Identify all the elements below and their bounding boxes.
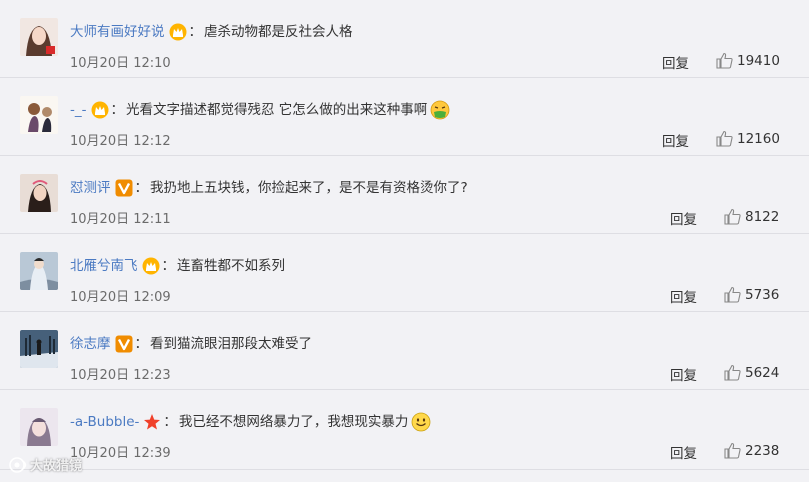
colon: ：: [163, 414, 177, 430]
reply-button[interactable]: 回复: [662, 52, 689, 72]
thumbs-up-icon: [716, 52, 733, 69]
avatar[interactable]: [20, 96, 58, 134]
comment-line: 徐志摩 ： 看到猫流眼泪那段太难受了: [70, 333, 312, 355]
like-count: 5624: [745, 364, 780, 381]
like-button[interactable]: 8122: [724, 208, 779, 225]
comment-time: 10月20日 12:11: [70, 212, 171, 227]
star-badge-icon: [144, 414, 161, 430]
reply-button[interactable]: 回复: [670, 208, 697, 228]
crown-badge-icon: [91, 101, 108, 119]
comment-time: 10月20日 12:39: [70, 446, 171, 461]
colon: ：: [110, 102, 125, 118]
thumbs-up-icon: [724, 364, 741, 381]
verified-v-badge-icon: [115, 335, 132, 353]
avatar[interactable]: [20, 330, 58, 368]
comment-time: 10月20日 12:12: [70, 134, 171, 149]
vomit-emoji-icon: [430, 100, 450, 120]
username-link[interactable]: 大师有画好好说: [70, 21, 165, 43]
like-button[interactable]: 5736: [724, 286, 779, 303]
comment-list: 大师有画好好说 ： 虐杀动物都是反社会人格 10月20日 12:10 回复 19…: [0, 0, 809, 470]
comment-line: 怼测评 ： 我扔地上五块钱，你捡起来了，是不是有资格烫你了?: [70, 177, 468, 199]
like-count: 5736: [745, 286, 780, 303]
thumbs-up-icon: [724, 442, 741, 459]
comment-text: 我已经不想网络暴力了，我想现实暴力: [178, 414, 409, 430]
comment-text: 虐杀动物都是反社会人格: [204, 24, 353, 40]
username-link[interactable]: 徐志摩: [70, 333, 111, 355]
smile-emoji-icon: [412, 412, 431, 432]
like-button[interactable]: 5624: [724, 364, 779, 381]
like-button[interactable]: 19410: [716, 52, 780, 69]
avatar[interactable]: [20, 174, 58, 212]
watermark: 大故猎镜: [8, 455, 82, 474]
comment-line: 北雁兮南飞 ： 连畜牲都不如系列: [70, 255, 285, 277]
crown-badge-icon: [142, 257, 159, 275]
comment-text: 看到猫流眼泪那段太难受了: [150, 336, 312, 352]
comment-time: 10月20日 12:10: [70, 56, 171, 71]
comment-text: 光看文字描述都觉得残忍 它怎么做的出来这种事啊: [126, 102, 428, 118]
colon: ：: [188, 24, 203, 40]
comment-text: 我扔地上五块钱，你捡起来了，是不是有资格烫你了?: [150, 180, 468, 196]
like-count: 19410: [737, 52, 780, 69]
comment-item: 北雁兮南飞 ： 连畜牲都不如系列 10月20日 12:09 回复 5736: [0, 234, 809, 312]
like-count: 8122: [745, 208, 780, 225]
reply-button[interactable]: 回复: [670, 364, 697, 384]
avatar[interactable]: [20, 252, 58, 290]
comment-line: -a-Bubble- ： 我已经不想网络暴力了，我想现实暴力: [70, 411, 431, 433]
reply-button[interactable]: 回复: [670, 442, 697, 462]
like-count: 12160: [737, 130, 780, 147]
thumbs-up-icon: [724, 208, 741, 225]
thumbs-up-icon: [724, 286, 741, 303]
comment-line: -_- ： 光看文字描述都觉得残忍 它怎么做的出来这种事啊: [70, 99, 450, 121]
username-link[interactable]: -a-Bubble-: [70, 411, 139, 433]
comment-time: 10月20日 12:23: [70, 368, 171, 383]
colon: ：: [161, 258, 176, 274]
reply-button[interactable]: 回复: [662, 130, 689, 150]
watermark-logo-icon: [9, 456, 27, 473]
like-count: 2238: [745, 442, 780, 459]
comment-item: 怼测评 ： 我扔地上五块钱，你捡起来了，是不是有资格烫你了? 10月20日 12…: [0, 156, 809, 234]
avatar[interactable]: [20, 408, 58, 446]
comment-item: -a-Bubble- ： 我已经不想网络暴力了，我想现实暴力 10月20日 12…: [0, 390, 809, 470]
like-button[interactable]: 2238: [724, 442, 779, 459]
username-link[interactable]: 怼测评: [70, 177, 111, 199]
reply-button[interactable]: 回复: [670, 286, 697, 306]
comment-time: 10月20日 12:09: [70, 290, 171, 305]
comment-item: 徐志摩 ： 看到猫流眼泪那段太难受了 10月20日 12:23 回复 5624: [0, 312, 809, 390]
username-link[interactable]: 北雁兮南飞: [70, 255, 138, 277]
comment-text: 连畜牲都不如系列: [177, 258, 285, 274]
comment-item: 大师有画好好说 ： 虐杀动物都是反社会人格 10月20日 12:10 回复 19…: [0, 0, 809, 78]
colon: ：: [134, 336, 149, 352]
thumbs-up-icon: [716, 130, 733, 147]
avatar[interactable]: [20, 18, 58, 56]
colon: ：: [134, 180, 149, 196]
like-button[interactable]: 12160: [716, 130, 780, 147]
comment-line: 大师有画好好说 ： 虐杀动物都是反社会人格: [70, 21, 353, 43]
crown-badge-icon: [169, 23, 186, 41]
watermark-text: 大故猎镜: [30, 459, 83, 474]
username-link[interactable]: -_-: [70, 99, 87, 121]
verified-v-badge-icon: [115, 179, 132, 197]
comment-item: -_- ： 光看文字描述都觉得残忍 它怎么做的出来这种事啊 10月20日 12:…: [0, 78, 809, 156]
